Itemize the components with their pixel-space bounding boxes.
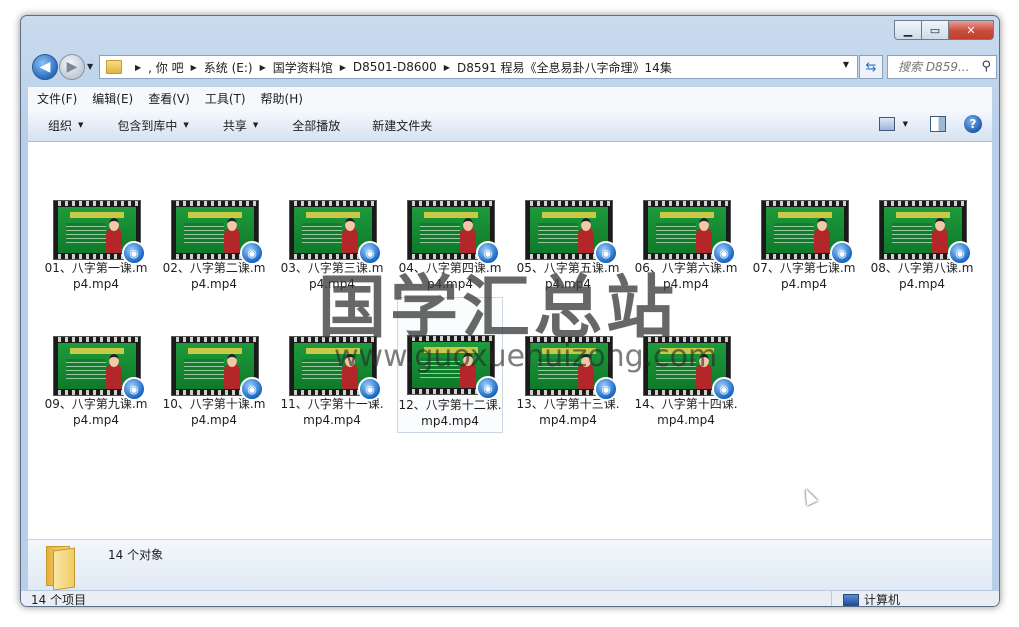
video-thumbnail: ◉ [525,200,618,265]
play-all-label: 全部播放 [292,118,341,133]
file-item[interactable]: ◉ 02、八字第二课.mp4.mp4 [162,198,266,296]
search-input[interactable] [896,59,980,75]
video-thumbnail: ◉ [761,200,854,265]
video-thumbnail: ◉ [643,200,736,265]
command-bar: 组织 ▼ 包含到库中 ▼ 共享 ▼ 全部播放 新建文件夹 ▼ ? [28,109,992,142]
breadcrumb-item[interactable]: 系统 (E:) [204,59,253,76]
video-thumbnail: ◉ [171,336,264,401]
chevron-right-icon[interactable]: ▶ [260,63,266,72]
video-thumbnail: ◉ [53,336,146,401]
computer-icon [843,593,859,606]
menu-bar: 文件(F) 编辑(E) 查看(V) 工具(T) 帮助(H) [28,87,992,109]
include-library-button[interactable]: 包含到库中 ▼ [115,117,190,134]
help-icon[interactable]: ? [964,115,982,133]
preview-pane-icon[interactable] [930,116,946,132]
back-button[interactable]: ◀ [32,54,58,80]
chevron-right-icon: ▶ [135,62,142,72]
watermark-text: 国学汇总站 [318,268,679,348]
breadcrumb-item[interactable]: 国学资料馆 [273,59,333,76]
address-bar[interactable]: ▶ , 你 吧 ▶ 系统 (E:) ▶ 国学资料馆 ▶ D8501-D8600 … [99,55,858,79]
video-thumbnail: ◉ [879,200,972,265]
item-count: 14 个项目 [31,593,87,607]
media-player-icon: ◉ [358,377,382,401]
arrow-left-icon: ◀ [39,59,51,75]
media-player-icon: ◉ [122,241,146,265]
chevron-right-icon[interactable]: ▶ [444,63,450,72]
location-label: 计算机 [864,593,901,607]
search-icon[interactable]: ⚲ [981,59,991,74]
video-thumbnail: ◉ [407,200,500,265]
toolbar-right: ▼ ? [878,115,982,133]
breadcrumb-item[interactable]: , 你 吧 [148,59,183,76]
breadcrumb-item[interactable]: D8501-D8600 [353,60,437,74]
caret-down-icon: ▼ [183,121,189,129]
watermark-url: www.guoxuehuizong.com [334,339,718,374]
file-item[interactable]: ◉ 09、八字第九课.mp4.mp4 [44,334,148,432]
organize-label: 组织 [48,118,73,133]
arrow-right-icon: ▶ [66,59,78,75]
object-count: 14 个对象 [108,548,164,562]
minimize-icon: ▁ [903,23,913,37]
chevron-down-icon[interactable]: ▼ [843,60,849,69]
folder-icon [46,546,76,591]
new-folder-label: 新建文件夹 [372,118,433,133]
minimize-button[interactable]: ▁ [894,20,922,40]
search-box[interactable]: ⚲ [887,55,997,79]
media-player-icon: ◉ [594,377,618,401]
close-button[interactable]: ✕ [948,20,994,40]
chevron-right-icon[interactable]: ▶ [191,63,197,72]
change-view-icon[interactable] [878,117,895,131]
include-library-label: 包含到库中 [117,118,178,133]
play-all-button[interactable]: 全部播放 [290,117,342,134]
video-thumbnail: ◉ [171,200,264,265]
maximize-icon: ▭ [929,23,941,37]
organize-button[interactable]: 组织 ▼ [46,117,85,134]
caret-down-icon: ▼ [252,121,259,129]
menu-file[interactable]: 文件(F) [37,90,77,107]
caret-down-icon: ▼ [78,121,84,129]
breadcrumb-item[interactable]: D8591 程易《全息易卦八字命理》14集 [457,59,672,76]
video-thumbnail: ◉ [53,200,146,265]
forward-button[interactable]: ▶ [59,54,85,80]
status-divider [831,591,832,606]
media-player-icon: ◉ [712,241,736,265]
refresh-button[interactable]: ⇆ [859,55,883,79]
media-player-icon: ◉ [240,377,264,401]
file-item[interactable]: ◉ 10、八字第十课.mp4.mp4 [162,334,266,432]
new-folder-button[interactable]: 新建文件夹 [370,117,434,134]
menu-view[interactable]: 查看(V) [148,90,190,107]
media-player-icon: ◉ [830,241,854,265]
details-pane: 14 个对象 [28,539,992,591]
file-item[interactable]: ◉ 01、八字第一课.mp4.mp4 [44,198,148,296]
navigation-bar: ◀ ▶ ▼ ▶ , 你 吧 ▶ 系统 (E:) ▶ 国学资料馆 ▶ D8501-… [29,52,997,82]
menu-help[interactable]: 帮助(H) [261,90,303,107]
share-button[interactable]: 共享 ▼ [221,117,260,134]
chevron-right-icon[interactable]: ▶ [340,63,346,72]
share-label: 共享 [222,118,247,133]
refresh-icon: ⇆ [865,59,877,75]
maximize-button[interactable]: ▭ [921,20,949,40]
media-player-icon: ◉ [712,377,736,401]
video-thumbnail: ◉ [289,200,382,265]
file-item[interactable]: ◉ 08、八字第八课.mp4.mp4 [870,198,974,296]
media-player-icon: ◉ [240,241,264,265]
media-player-icon: ◉ [476,376,500,400]
media-player-icon: ◉ [948,241,972,265]
location-indicator: 计算机 [843,591,901,607]
folder-icon [106,60,122,74]
file-name: 12、八字第十二课.mp4.mp4 [398,398,502,428]
menu-edit[interactable]: 编辑(E) [92,90,133,107]
recent-pages-dropdown[interactable]: ▼ [87,62,93,71]
caption-buttons: ▁ ▭ ✕ [894,20,994,40]
close-icon: ✕ [966,23,976,37]
menu-tools[interactable]: 工具(T) [205,90,246,107]
caret-down-icon[interactable]: ▼ [903,120,908,128]
file-item[interactable]: ◉ 07、八字第七课.mp4.mp4 [752,198,856,296]
status-bar: 14 个项目 计算机 [21,590,999,607]
media-player-icon: ◉ [122,377,146,401]
